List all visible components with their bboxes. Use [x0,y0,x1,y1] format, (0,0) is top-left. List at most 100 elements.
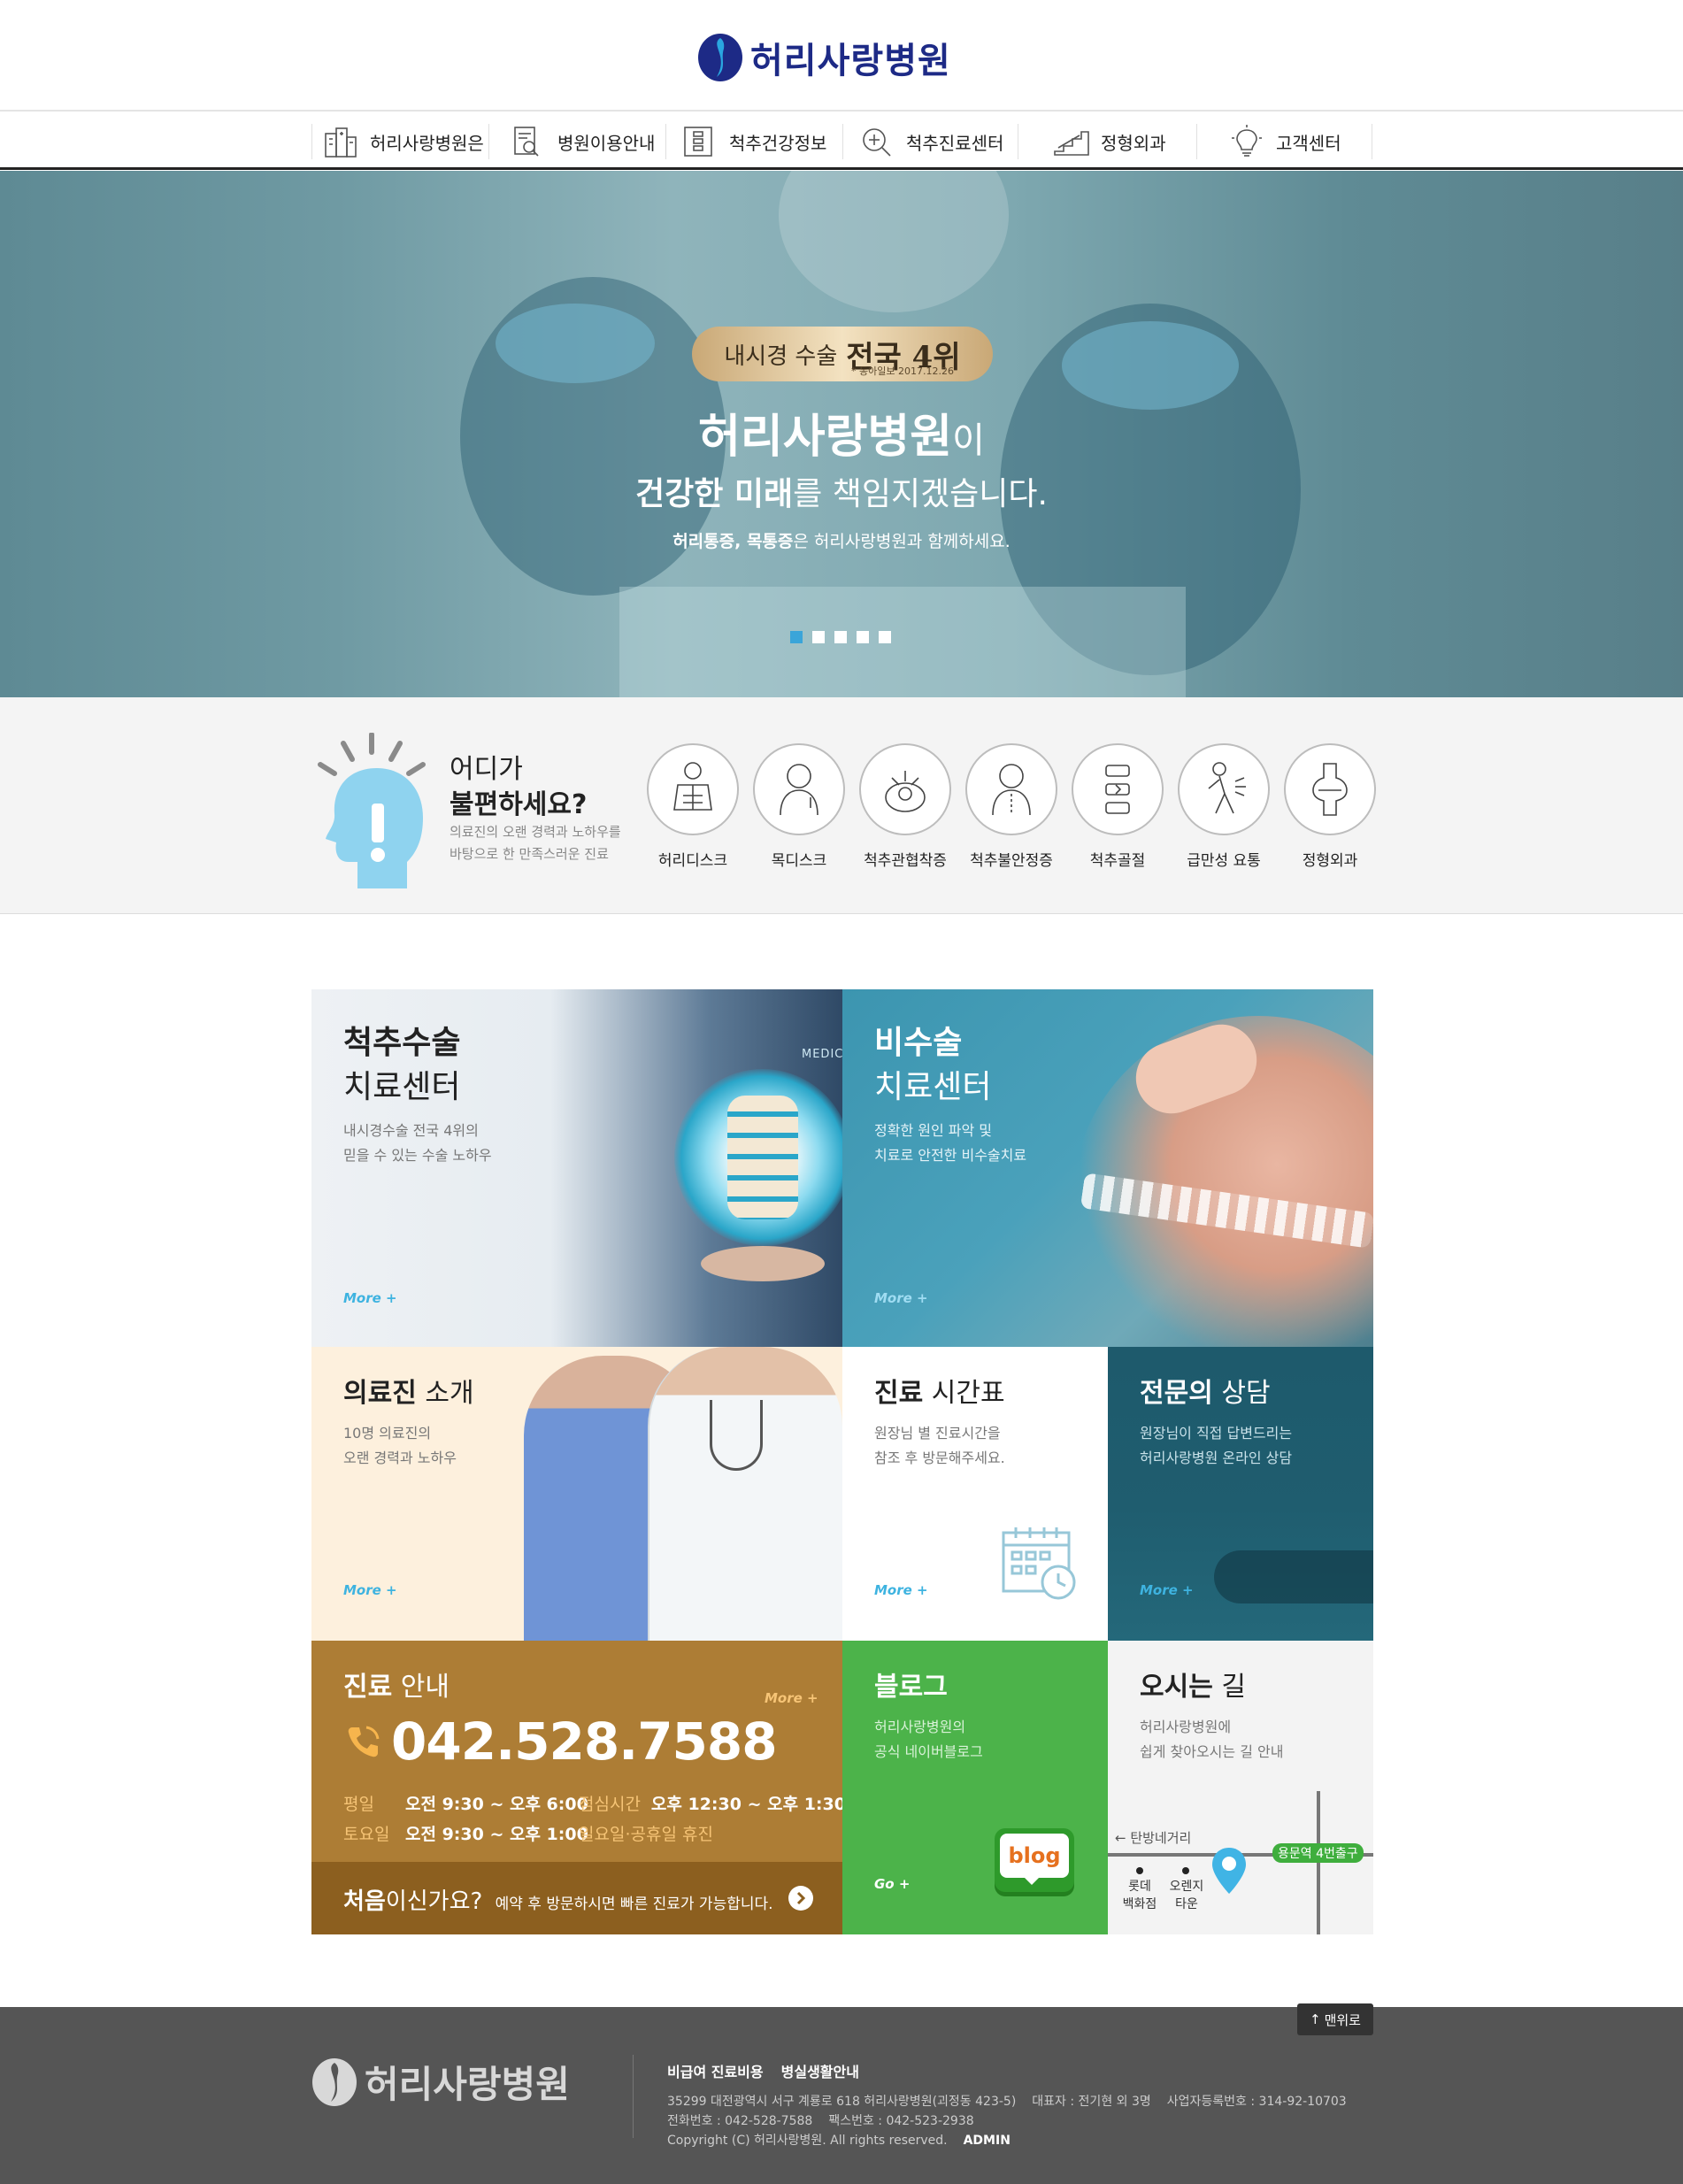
document-search-icon [514,127,539,157]
symptom-item-instability[interactable]: 척추불안정증 [963,743,1060,870]
tile-desc-line2: 공식 네이버블로그 [874,1743,983,1760]
more-link[interactable]: More + [874,1582,928,1598]
tile-title: 진료 시간표 [874,1372,1005,1416]
stethoscope-image [710,1400,763,1471]
nav-label: 병원이용안내 [557,132,656,154]
tile-non-surgery[interactable]: 비수술 치료센터 정확한 원인 파악 및 치료로 안전한 비수술치료 More … [842,989,1373,1347]
lightbulb-icon [1232,125,1262,157]
tile-consult[interactable]: 전문의 상담 원장님이 직접 답변드리는 허리사랑병원 온라인 상담 More … [1108,1347,1373,1641]
tile-doctors[interactable]: 의료진 소개 10명 의료진의 오랜 경력과 노하우 More + [311,1347,842,1641]
symptom-item-orthopedics[interactable]: 정형외과 [1281,743,1379,870]
saturday-label: 토요일 [343,1825,390,1844]
hospital-building-icon [325,127,357,158]
phone-number[interactable]: 042.528.7588 [391,1711,778,1772]
nav-item-spine-center[interactable]: 척추진료센터 [858,124,1003,159]
nav-label: 고객센터 [1276,132,1341,154]
nav-item-about[interactable]: 허리사랑병원은 [322,124,484,159]
site-logo[interactable]: 허리사랑병원 [697,32,951,83]
blog-badge-tail [1025,1878,1039,1885]
tile-clinic-guide: 진료 안내 More + 042.528.7588 평일 오전 9:30 ~ 오후… [311,1641,842,1934]
tile-description: 원장님이 직접 답변드리는 허리사랑병원 온라인 상담 [1140,1421,1292,1471]
nav-item-orthopedics[interactable]: 정형외과 [1053,124,1166,159]
footer-tel: 전화번호 : 042-528-7588 [667,2114,813,2128]
tile-description: 허리사랑병원의 공식 네이버블로그 [874,1715,983,1765]
hero-image-table [619,587,1186,697]
tile-schedule[interactable]: 진료 시간표 원장님 별 진료시간을 참조 후 방문해주세요. More + [842,1347,1108,1641]
spinal-stenosis-icon [885,771,926,812]
spine-vertebrae-image [727,1096,798,1219]
tile-spine-surgery[interactable]: MEDIC 척추수술 치료센터 내시경수술 전국 4위의 믿을 수 있는 수술 … [311,989,842,1347]
tile-desc-line2: 허리사랑병원 온라인 상담 [1140,1450,1293,1466]
footer-link-non-covered-fees[interactable]: 비급여 진료비용 [667,2060,764,2081]
tile-title: 진료 안내 [343,1665,450,1710]
tile-description: 10명 의료진의 오랜 경력과 노하우 [343,1421,457,1471]
slide-dot-2[interactable] [812,631,825,643]
symptom-item-lumbar-disc[interactable]: 허리디스크 [644,743,742,870]
keyboard-image [1214,1550,1373,1603]
nav-separator [1196,124,1197,159]
nav-item-customer-center[interactable]: 고객센터 [1228,124,1341,159]
tile-title-line2: 치료센터 [874,1069,992,1105]
head-exclamation-icon [318,733,426,888]
map-place-orange-line1: 오렌지 [1169,1880,1204,1894]
map-pin-icon [1212,1848,1246,1894]
tile-directions[interactable]: 오시는 길 허리사랑병원에 쉽게 찾아오시는 길 안내 ← 탄방네거리 용문역 … [1108,1641,1373,1934]
slide-dot-1[interactable] [790,631,803,643]
tile-blog[interactable]: 블로그 허리사랑병원의 공식 네이버블로그 blog Go + [842,1641,1108,1934]
symptom-item-fracture[interactable]: 척추골절 [1069,743,1166,870]
nav-label: 허리사랑병원은 [370,132,484,154]
nav-item-guide[interactable]: 병원이용안내 [510,124,655,159]
symptom-label: 급만성 요통 [1187,852,1261,870]
hero-title: 허리사랑병원이 [0,399,1683,465]
symptom-label: 목디스크 [771,852,827,870]
tile-description: 허리사랑병원에 쉽게 찾아오시는 길 안내 [1140,1715,1283,1765]
footer-address-line: 35299 대전광역시 서구 계룡로 618 허리사랑병원(괴정동 423-5)… [667,2092,1363,2110]
footer-fax: 팩스번호 : 042-523-2938 [828,2114,974,2128]
map-point-orange [1182,1867,1189,1874]
tile-title: 비수술 치료센터 [874,1021,991,1110]
weekday-label: 평일 [343,1795,374,1814]
symptom-item-back-pain[interactable]: 급만성 요통 [1175,743,1272,870]
footer-biz-no: 사업자등록번호 : 314-92-10703 [1166,2095,1347,2109]
hours-saturday: 토요일 오전 9:30 ~ 오후 1:00 [343,1821,588,1845]
holiday-notice: 일요일·공휴일 휴진 [579,1825,713,1844]
symptom-description: 의료진의 오랜 경력과 노하우를 바탕으로 한 만족스러운 진료 [450,821,626,865]
arrow-circle-icon[interactable] [788,1885,814,1911]
slide-dot-5[interactable] [879,631,891,643]
more-link[interactable]: More + [765,1690,818,1706]
tile-description: 내시경수술 전국 4위의 믿을 수 있는 수술 노하우 [343,1119,492,1168]
map-place-lotte-line2: 백화점 [1122,1897,1157,1911]
more-link[interactable]: More + [343,1290,397,1306]
footer-link-ward-guide[interactable]: 병실생활안내 [781,2060,859,2081]
hero-image-cap-left [496,304,655,383]
symptom-section: 어디가 불편하세요? 의료진의 오랜 경력과 노하우를 바탕으로 한 만족스러운… [0,697,1683,914]
first-visit-bold: 처음 [343,1888,386,1915]
nav-item-spine-info[interactable]: 척추건강정보 [681,124,826,159]
symptom-label: 척추불안정증 [970,852,1053,870]
tile-desc-line1: 내시경수술 전국 4위의 [343,1122,479,1139]
hours-lunch: 점심시간 오후 12:30 ~ 오후 1:30 [579,1791,842,1815]
symptom-label: 정형외과 [1302,852,1358,870]
more-link[interactable]: More + [343,1582,397,1598]
badge-prefix: 내시경 수술 [724,342,838,370]
back-to-top-button[interactable]: ↑ 맨위로 [1297,2003,1373,2035]
tile-title-rest: 안내 [392,1672,450,1703]
map-place-orange: 오렌지 타운 [1164,1878,1209,1913]
first-visit-bar[interactable]: 처음이신가요? 예약 후 방문하시면 빠른 진료가 가능합니다. [311,1862,842,1934]
tile-title-line1: 척추수술 [343,1025,461,1061]
tile-desc-line2: 오랜 경력과 노하우 [343,1450,457,1466]
symptom-desc-line2: 바탕으로 한 만족스러운 진료 [450,846,609,862]
tile-title: 전문의 상담 [1140,1372,1271,1416]
slide-dot-4[interactable] [857,631,869,643]
go-link[interactable]: Go + [874,1876,910,1892]
tile-desc-line1: 10명 의료진의 [343,1425,432,1442]
footer-admin-link[interactable]: ADMIN [964,2134,1011,2148]
more-link[interactable]: More + [874,1290,928,1306]
slide-dot-3[interactable] [834,631,847,643]
symptom-item-stenosis[interactable]: 척추관협착증 [857,743,954,870]
hero-subtitle-bold: 건강한 미래 [635,476,794,512]
symptom-label: 척추관협착증 [864,852,947,870]
hero-subtitle-rest: 를 책임지겠습니다. [793,476,1048,512]
more-link[interactable]: More + [1140,1582,1194,1598]
symptom-item-neck-disc[interactable]: 목디스크 [750,743,848,870]
